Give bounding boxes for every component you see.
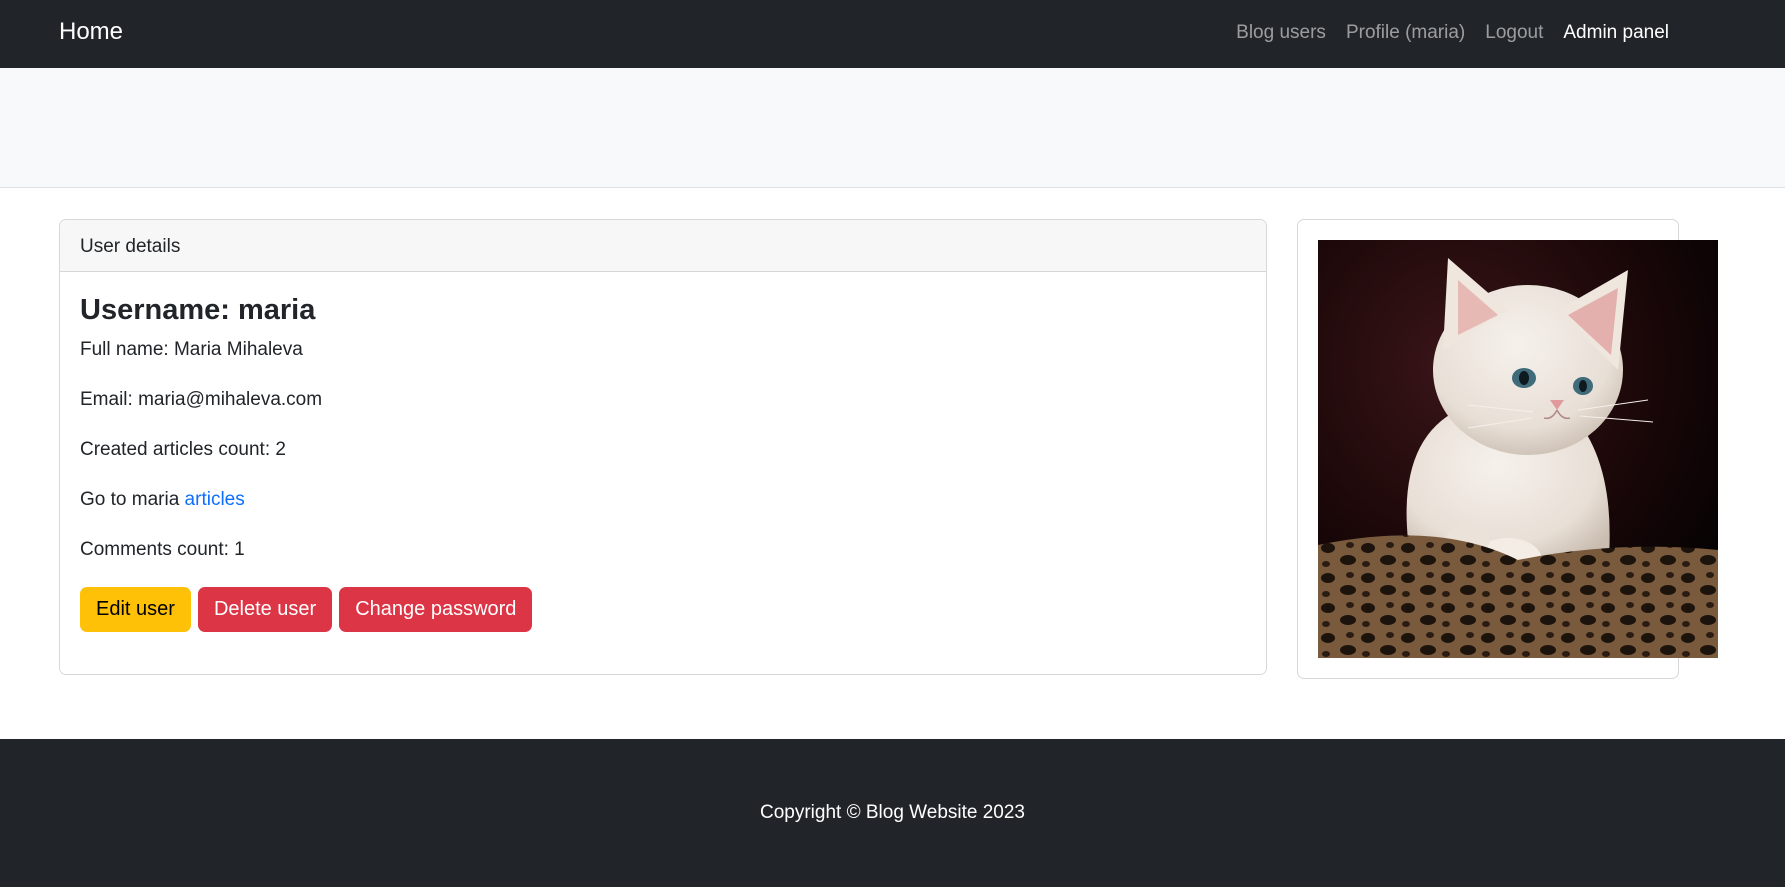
nav-profile[interactable]: Profile (maria): [1346, 22, 1465, 44]
profile-image-card: [1297, 219, 1718, 679]
nav-logout[interactable]: Logout: [1485, 22, 1543, 44]
goto-articles-text: Go to maria articles: [80, 489, 1246, 511]
delete-user-button[interactable]: Delete user: [197, 587, 333, 632]
copyright-text: Copyright © Blog Website 2023: [759, 802, 1026, 823]
comments-count-text: Comments count: 1: [80, 539, 245, 560]
goto-prefix: Go to maria: [80, 489, 185, 510]
home-link[interactable]: Home: [59, 18, 123, 46]
action-buttons: Edit user Delete user Change password: [80, 587, 1246, 632]
articles-link[interactable]: articles: [185, 489, 245, 510]
email-text: Email: maria@mihaleva.com: [80, 389, 323, 410]
username-title: Username: maria: [80, 294, 316, 326]
card-header: User details: [60, 220, 1266, 272]
profile-image-kitten: [1318, 240, 1718, 658]
edit-user-button[interactable]: Edit user: [80, 587, 191, 632]
user-details-card: User details Username: maria Full name: …: [59, 219, 1267, 675]
nav-admin-panel[interactable]: Admin panel: [1563, 22, 1669, 44]
card-body: Username: maria Full name: Maria Mihalev…: [60, 272, 1266, 654]
nav-links: Blog users Profile (maria) Logout Admin …: [1236, 22, 1669, 44]
articles-count-text: Created articles count: 2: [80, 439, 286, 460]
footer: Copyright © Blog Website 2023: [0, 739, 1785, 887]
top-navbar: Home Blog users Profile (maria) Logout A…: [0, 0, 1785, 68]
change-password-button[interactable]: Change password: [339, 587, 533, 632]
hero-banner: [0, 68, 1785, 188]
full-name-text: Full name: Maria Mihaleva: [80, 339, 303, 360]
nav-blog-users[interactable]: Blog users: [1236, 22, 1326, 44]
